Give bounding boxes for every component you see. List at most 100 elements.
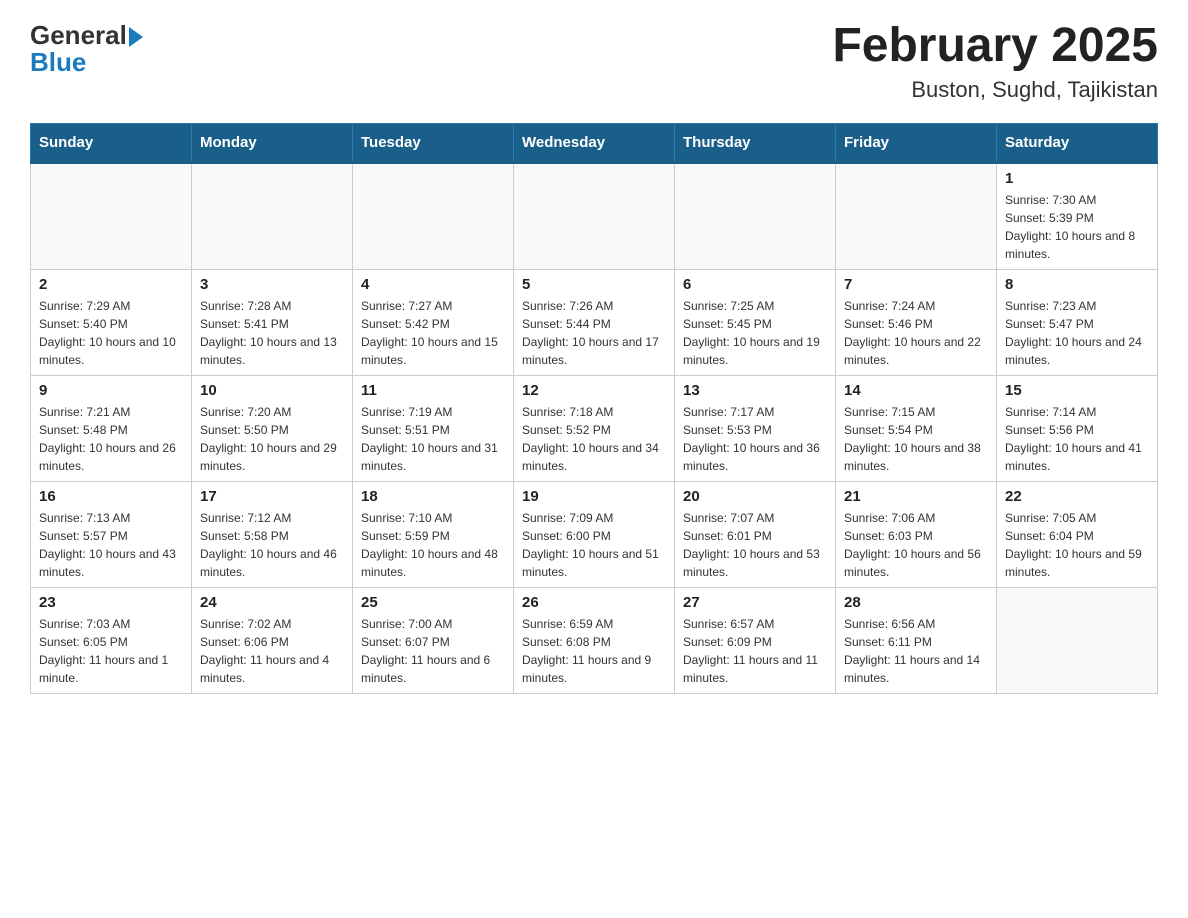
day-info: Sunrise: 7:13 AMSunset: 5:57 PMDaylight:… (39, 509, 183, 581)
day-info: Sunrise: 6:56 AMSunset: 6:11 PMDaylight:… (844, 615, 988, 687)
header-cell-monday: Monday (192, 123, 353, 162)
day-cell (353, 162, 514, 269)
day-cell: 17Sunrise: 7:12 AMSunset: 5:58 PMDayligh… (192, 481, 353, 587)
day-info: Sunrise: 7:10 AMSunset: 5:59 PMDaylight:… (361, 509, 505, 581)
day-cell: 13 Sunrise: 7:17 AMSunset: 5:53 PMDayligh… (675, 375, 836, 481)
day-info: Sunrise: 7:00 AMSunset: 6:07 PMDaylight:… (361, 615, 505, 687)
day-info: Sunrise: 7:15 AMSunset: 5:54 PMDaylight:… (844, 403, 988, 475)
day-info: Sunrise: 7:06 AMSunset: 6:03 PMDaylight:… (844, 509, 988, 581)
day-cell: 19 Sunrise: 7:09 AMSunset: 6:00 PMDayligh… (514, 481, 675, 587)
day-number: 13 (683, 382, 827, 399)
header-cell-tuesday: Tuesday (353, 123, 514, 162)
day-cell: 26 Sunrise: 6:59 AMSunset: 6:08 PMDayligh… (514, 587, 675, 693)
day-info: Sunrise: 7:27 AMSunset: 5:42 PMDaylight:… (361, 297, 505, 369)
day-cell (192, 162, 353, 269)
day-number: 8 (1005, 276, 1149, 293)
day-info: Sunrise: 7:17 AMSunset: 5:53 PMDaylight:… (683, 403, 827, 475)
header-cell-saturday: Saturday (997, 123, 1158, 162)
title-block: February 2025 Buston, Sughd, Tajikistan (832, 20, 1158, 103)
day-cell: 21 Sunrise: 7:06 AMSunset: 6:03 PMDayligh… (836, 481, 997, 587)
logo-blue-text: Blue (30, 47, 86, 78)
day-cell (997, 587, 1158, 693)
day-info: Sunrise: 7:24 AMSunset: 5:46 PMDaylight:… (844, 297, 988, 369)
day-info: Sunrise: 6:57 AMSunset: 6:09 PMDaylight:… (683, 615, 827, 687)
day-number: 28 (844, 594, 988, 611)
day-number: 12 (522, 382, 666, 399)
day-cell: 2 Sunrise: 7:29 AMSunset: 5:40 PMDaylight… (31, 269, 192, 375)
day-info: Sunrise: 7:07 AMSunset: 6:01 PMDaylight:… (683, 509, 827, 581)
week-row-2: 2 Sunrise: 7:29 AMSunset: 5:40 PMDaylight… (31, 269, 1158, 375)
day-cell (514, 162, 675, 269)
day-cell: 3 Sunrise: 7:28 AMSunset: 5:41 PMDaylight… (192, 269, 353, 375)
week-row-5: 23Sunrise: 7:03 AMSunset: 6:05 PMDayligh… (31, 587, 1158, 693)
day-cell: 4Sunrise: 7:27 AMSunset: 5:42 PMDaylight… (353, 269, 514, 375)
day-cell: 16 Sunrise: 7:13 AMSunset: 5:57 PMDayligh… (31, 481, 192, 587)
day-number: 11 (361, 382, 505, 399)
day-number: 18 (361, 488, 505, 505)
day-cell: 18 Sunrise: 7:10 AMSunset: 5:59 PMDayligh… (353, 481, 514, 587)
day-info: Sunrise: 7:09 AMSunset: 6:00 PMDaylight:… (522, 509, 666, 581)
day-cell: 12 Sunrise: 7:18 AMSunset: 5:52 PMDayligh… (514, 375, 675, 481)
header-cell-friday: Friday (836, 123, 997, 162)
day-number: 7 (844, 276, 988, 293)
day-cell: 25 Sunrise: 7:00 AMSunset: 6:07 PMDayligh… (353, 587, 514, 693)
day-number: 2 (39, 276, 183, 293)
day-cell: 5Sunrise: 7:26 AMSunset: 5:44 PMDaylight… (514, 269, 675, 375)
calendar-table: SundayMondayTuesdayWednesdayThursdayFrid… (30, 123, 1158, 694)
calendar-body: 1Sunrise: 7:30 AMSunset: 5:39 PMDaylight… (31, 162, 1158, 693)
week-row-4: 16 Sunrise: 7:13 AMSunset: 5:57 PMDayligh… (31, 481, 1158, 587)
day-info: Sunrise: 7:21 AMSunset: 5:48 PMDaylight:… (39, 403, 183, 475)
day-info: Sunrise: 7:28 AMSunset: 5:41 PMDaylight:… (200, 297, 344, 369)
day-info: Sunrise: 7:18 AMSunset: 5:52 PMDaylight:… (522, 403, 666, 475)
day-cell (675, 162, 836, 269)
day-number: 10 (200, 382, 344, 399)
day-cell: 9 Sunrise: 7:21 AMSunset: 5:48 PMDaylight… (31, 375, 192, 481)
day-cell: 27 Sunrise: 6:57 AMSunset: 6:09 PMDayligh… (675, 587, 836, 693)
day-info: Sunrise: 7:03 AMSunset: 6:05 PMDaylight:… (39, 615, 183, 687)
day-number: 5 (522, 276, 666, 293)
week-row-3: 9 Sunrise: 7:21 AMSunset: 5:48 PMDaylight… (31, 375, 1158, 481)
day-cell: 15Sunrise: 7:14 AMSunset: 5:56 PMDayligh… (997, 375, 1158, 481)
day-number: 6 (683, 276, 827, 293)
day-cell: 1Sunrise: 7:30 AMSunset: 5:39 PMDaylight… (997, 162, 1158, 269)
logo-arrow-icon (129, 27, 143, 47)
day-number: 27 (683, 594, 827, 611)
page-header: General Blue February 2025 Buston, Sughd… (30, 20, 1158, 103)
day-number: 9 (39, 382, 183, 399)
header-row: SundayMondayTuesdayWednesdayThursdayFrid… (31, 123, 1158, 162)
day-number: 26 (522, 594, 666, 611)
day-number: 3 (200, 276, 344, 293)
day-info: Sunrise: 7:14 AMSunset: 5:56 PMDaylight:… (1005, 403, 1149, 475)
day-info: Sunrise: 7:02 AMSunset: 6:06 PMDaylight:… (200, 615, 344, 687)
day-cell: 7 Sunrise: 7:24 AMSunset: 5:46 PMDaylight… (836, 269, 997, 375)
day-cell (31, 162, 192, 269)
day-cell: 23Sunrise: 7:03 AMSunset: 6:05 PMDayligh… (31, 587, 192, 693)
day-cell: 24 Sunrise: 7:02 AMSunset: 6:06 PMDayligh… (192, 587, 353, 693)
day-info: Sunrise: 7:25 AMSunset: 5:45 PMDaylight:… (683, 297, 827, 369)
day-cell: 28 Sunrise: 6:56 AMSunset: 6:11 PMDayligh… (836, 587, 997, 693)
header-cell-wednesday: Wednesday (514, 123, 675, 162)
header-cell-sunday: Sunday (31, 123, 192, 162)
logo: General Blue (30, 20, 143, 78)
day-number: 22 (1005, 488, 1149, 505)
day-number: 20 (683, 488, 827, 505)
header-cell-thursday: Thursday (675, 123, 836, 162)
day-number: 25 (361, 594, 505, 611)
day-number: 16 (39, 488, 183, 505)
day-info: Sunrise: 7:05 AMSunset: 6:04 PMDaylight:… (1005, 509, 1149, 581)
day-number: 21 (844, 488, 988, 505)
day-cell: 22 Sunrise: 7:05 AMSunset: 6:04 PMDayligh… (997, 481, 1158, 587)
day-cell: 11Sunrise: 7:19 AMSunset: 5:51 PMDayligh… (353, 375, 514, 481)
day-cell: 6 Sunrise: 7:25 AMSunset: 5:45 PMDaylight… (675, 269, 836, 375)
day-info: Sunrise: 7:23 AMSunset: 5:47 PMDaylight:… (1005, 297, 1149, 369)
calendar-header: SundayMondayTuesdayWednesdayThursdayFrid… (31, 123, 1158, 162)
week-row-1: 1Sunrise: 7:30 AMSunset: 5:39 PMDaylight… (31, 162, 1158, 269)
calendar-title: February 2025 (832, 20, 1158, 73)
day-number: 19 (522, 488, 666, 505)
day-number: 14 (844, 382, 988, 399)
day-info: Sunrise: 7:29 AMSunset: 5:40 PMDaylight:… (39, 297, 183, 369)
day-number: 24 (200, 594, 344, 611)
day-cell: 14 Sunrise: 7:15 AMSunset: 5:54 PMDayligh… (836, 375, 997, 481)
day-info: Sunrise: 7:30 AMSunset: 5:39 PMDaylight:… (1005, 191, 1149, 263)
day-info: Sunrise: 6:59 AMSunset: 6:08 PMDaylight:… (522, 615, 666, 687)
